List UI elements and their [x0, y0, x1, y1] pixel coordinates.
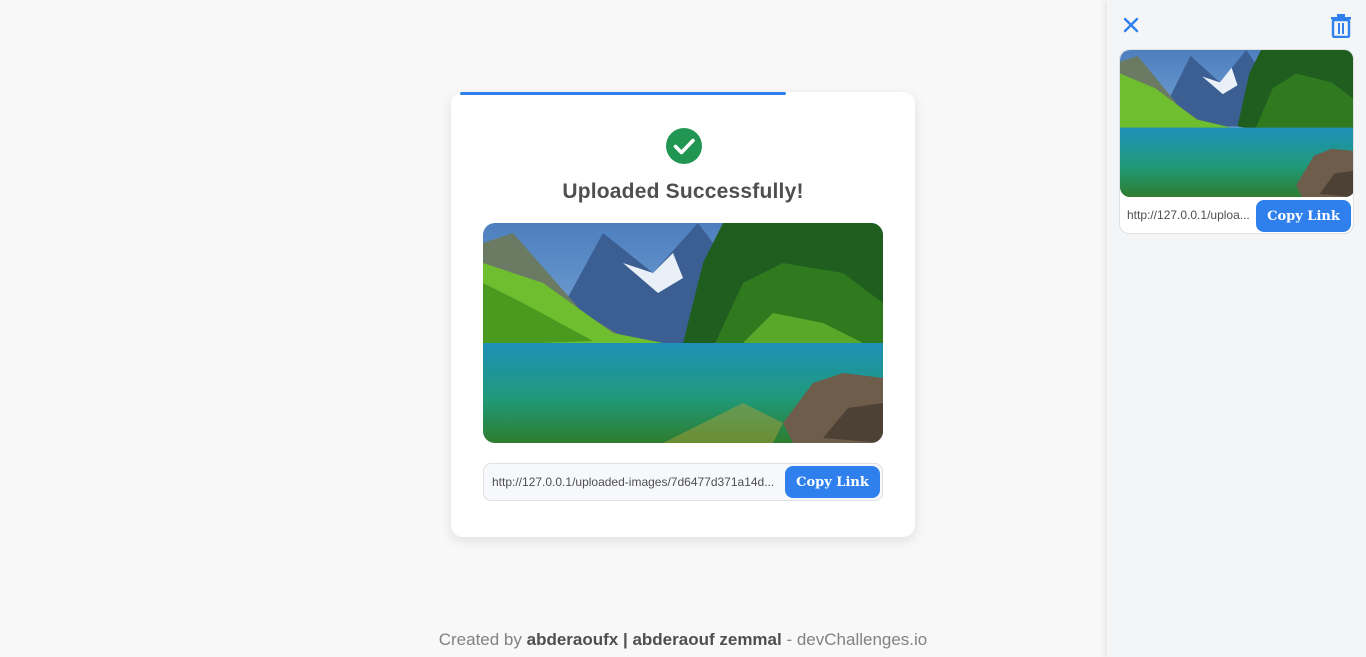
- check-circle-icon: [666, 128, 702, 164]
- uploads-side-panel: http://127.0.0.1/uploa... Copy Link: [1107, 0, 1366, 657]
- close-icon[interactable]: [1123, 17, 1139, 33]
- image-link-box: http://127.0.0.1/uploaded-images/7d6477d…: [483, 463, 883, 501]
- side-upload-item: http://127.0.0.1/uploa... Copy Link: [1119, 49, 1354, 234]
- trash-icon[interactable]: [1330, 14, 1352, 38]
- upload-title: Uploaded Successfully!: [562, 180, 804, 203]
- footer-separator: -: [781, 630, 797, 649]
- image-link-text[interactable]: http://127.0.0.1/uploaded-images/7d6477d…: [492, 464, 780, 500]
- side-image-link-text[interactable]: http://127.0.0.1/uploa...: [1127, 198, 1257, 233]
- side-copy-link-button[interactable]: Copy Link: [1256, 200, 1351, 232]
- footer-author: abderaoufx | abderaouf zemmal: [526, 630, 782, 649]
- upload-success-card: Uploaded Successfully! http://127.0.0.1/…: [451, 92, 915, 537]
- side-uploaded-image[interactable]: [1120, 50, 1353, 197]
- copy-link-button[interactable]: Copy Link: [785, 466, 880, 498]
- footer-site: devChallenges.io: [796, 630, 928, 649]
- upload-progress-bar: [460, 92, 786, 95]
- footer-prefix: Created by: [438, 630, 527, 649]
- page: Uploaded Successfully! http://127.0.0.1/…: [0, 0, 1366, 657]
- uploaded-image: [483, 223, 883, 443]
